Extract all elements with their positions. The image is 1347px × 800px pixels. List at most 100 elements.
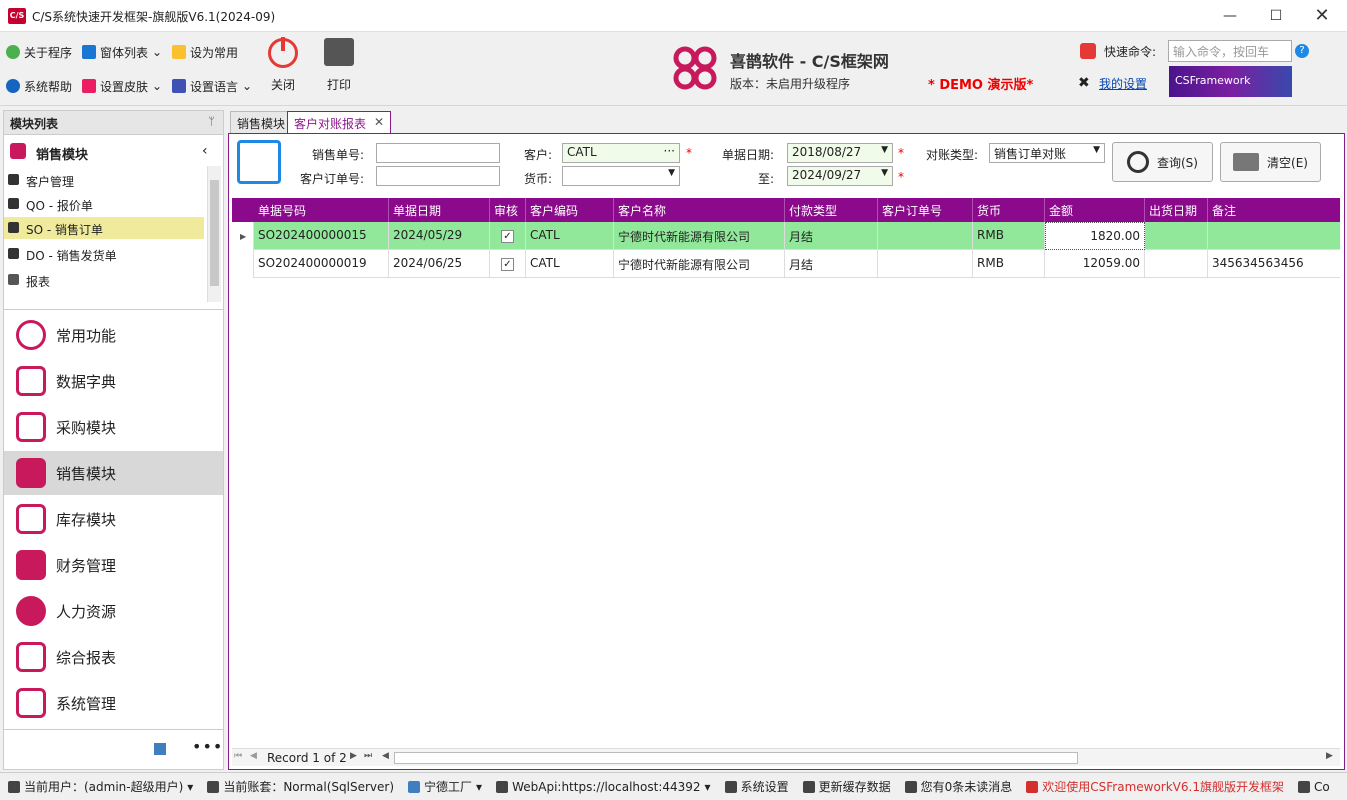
minimize-icon[interactable]: — [1207,0,1253,32]
col-header[interactable]: 备注 [1208,198,1340,222]
help-button[interactable]: 系统帮助 [6,76,72,96]
status-settings[interactable]: 系统设置 [724,778,789,795]
cell: 2024/05/29 [389,222,490,250]
system-tools-icon [16,688,46,718]
status-webapi[interactable]: WebApi:https://localhost:44392 ▾ [496,780,711,794]
sales-no-input[interactable] [376,143,500,163]
col-header[interactable]: 货币 [973,198,1045,222]
col-header[interactable]: 出货日期 [1145,198,1208,222]
print-button[interactable]: 打印 [314,38,364,93]
cust-order-input[interactable] [376,166,500,186]
required-mark: * [898,170,904,184]
cell: 宁德时代新能源有限公司 [614,250,785,278]
status-account[interactable]: 当前账套：Normal(SqlServer) [207,778,394,795]
customer-input[interactable]: CATL ··· [562,143,680,163]
tools-icon [724,780,737,793]
col-header[interactable]: 金额 [1045,198,1145,222]
tree-item-customer[interactable]: 客户管理 [4,169,204,191]
module-label: 数据字典 [56,372,117,391]
module-label: 库存模块 [56,510,117,529]
status-update-cache-label: 更新缓存数据 [818,780,891,794]
date-to-input[interactable]: 2024/09/27 ▼ [787,166,893,186]
horizontal-scroll-thumb[interactable] [394,752,1078,764]
module-finance[interactable]: 财务管理 [4,543,223,587]
help-label: 系统帮助 [24,79,73,94]
tree-item-reports[interactable]: 报表 [4,269,204,291]
col-header[interactable]: 付款类型 [785,198,878,222]
set-common-label: 设为常用 [190,45,239,60]
recon-type-select[interactable]: 销售订单对账 ▼ [989,143,1105,163]
command-input[interactable]: 输入命令，按回车 [1168,40,1292,62]
close-button[interactable]: 关闭 [258,37,308,93]
tree-scrollbar[interactable] [207,166,221,302]
pin-icon[interactable]: ᛘ [208,115,215,128]
chevron-left-icon[interactable]: ‹ [202,143,208,159]
cell: SO202400000019 [254,250,389,278]
language-button[interactable]: 设置语言 ⌄ [172,76,252,96]
col-header[interactable]: 客户编码 [526,198,614,222]
module-label: 财务管理 [56,556,117,575]
prev-record-icon[interactable]: ◀ [250,751,257,761]
last-record-icon[interactable]: ⏭ [364,751,372,761]
status-factory[interactable]: 宁德工厂 ▾ [408,778,482,795]
query-label: 查询(S) [1157,155,1198,170]
refresh-icon [802,780,815,793]
set-common-button[interactable]: 设为常用 [172,42,238,62]
col-header[interactable]: 单据号码 [254,198,389,222]
windows-stack-icon[interactable] [154,743,166,755]
tree-root-sales[interactable]: 销售模块 [36,144,88,163]
col-header[interactable]: 审核 [490,198,526,222]
cell-focused[interactable]: 1820.00 [1045,222,1145,250]
checkbox[interactable]: ✓ [501,230,514,243]
tree-item-do[interactable]: DO - 销售发货单 [4,243,204,265]
tree-item-so[interactable]: SO - 销售订单 [4,217,204,239]
question-icon[interactable]: ? [1295,44,1309,58]
cell [878,250,973,278]
status-messages[interactable]: 您有0条未读消息 [904,778,1012,795]
module-dictionary[interactable]: 数据字典 [4,359,223,403]
currency-select[interactable]: ▼ [562,166,680,186]
date-from-input[interactable]: 2018/08/27 ▼ [787,143,893,163]
tree-item-qo[interactable]: QO - 报价单 [4,193,204,215]
module-system[interactable]: 系统管理 [4,681,223,725]
col-header[interactable]: 单据日期 [389,198,490,222]
status-welcome: 欢迎使用CSFrameworkV6.1旗舰版开发框架 [1026,778,1284,795]
about-button[interactable]: 关于程序 [6,42,72,62]
module-sales[interactable]: 销售模块 [4,451,223,495]
tab-customer-reconciliation[interactable]: 客户对账报表 ✕ [287,111,392,133]
close-icon[interactable]: ✕ [1299,0,1345,32]
module-reports[interactable]: 综合报表 [4,635,223,679]
skin-button[interactable]: 设置皮肤 ⌄ [82,76,162,96]
module-purchase[interactable]: 采购模块 [4,405,223,449]
table-row[interactable]: SO202400000019 2024/06/25 ✓ CATL 宁德时代新能源… [254,250,1340,278]
tab-close-icon[interactable]: ✕ [374,115,384,129]
status-user[interactable]: 当前用户：(admin-超级用户) ▾ [8,778,193,795]
recon-type-value: 销售订单对账 [994,147,1067,161]
ellipsis-icon[interactable]: ··· [664,144,675,158]
tab-sales-module[interactable]: 销售模块 [230,111,293,133]
required-mark: * [686,146,692,160]
scroll-left-icon[interactable]: ◀ [382,751,389,761]
scroll-right-icon[interactable]: ▶ [1326,751,1333,761]
col-header[interactable]: 客户名称 [614,198,785,222]
module-common[interactable]: 常用功能 [4,313,223,357]
module-hr[interactable]: 人力资源 [4,589,223,633]
table-row[interactable]: SO202400000015 2024/05/29 ✓ CATL 宁德时代新能源… [254,222,1340,250]
col-header[interactable]: 客户订单号 [878,198,973,222]
dictionary-icon [16,366,46,396]
first-record-icon[interactable]: ⏮ [234,751,242,761]
command-icon [1080,43,1096,59]
more-icon[interactable]: ••• [192,737,223,756]
checkbox[interactable]: ✓ [501,258,514,271]
next-record-icon[interactable]: ▶ [350,751,357,761]
clear-button[interactable]: 清空(E) [1220,142,1321,182]
scroll-thumb[interactable] [210,180,219,286]
status-copyright: Co [1297,780,1330,794]
maximize-icon[interactable]: ☐ [1253,0,1299,32]
warehouse-icon [16,504,46,534]
windows-list-button[interactable]: 窗体列表 ⌄ [82,42,162,62]
status-update-cache[interactable]: 更新缓存数据 [802,778,891,795]
query-button[interactable]: 查询(S) [1112,142,1213,182]
module-inventory[interactable]: 库存模块 [4,497,223,541]
my-settings-link[interactable]: 我的设置 [1099,75,1147,92]
